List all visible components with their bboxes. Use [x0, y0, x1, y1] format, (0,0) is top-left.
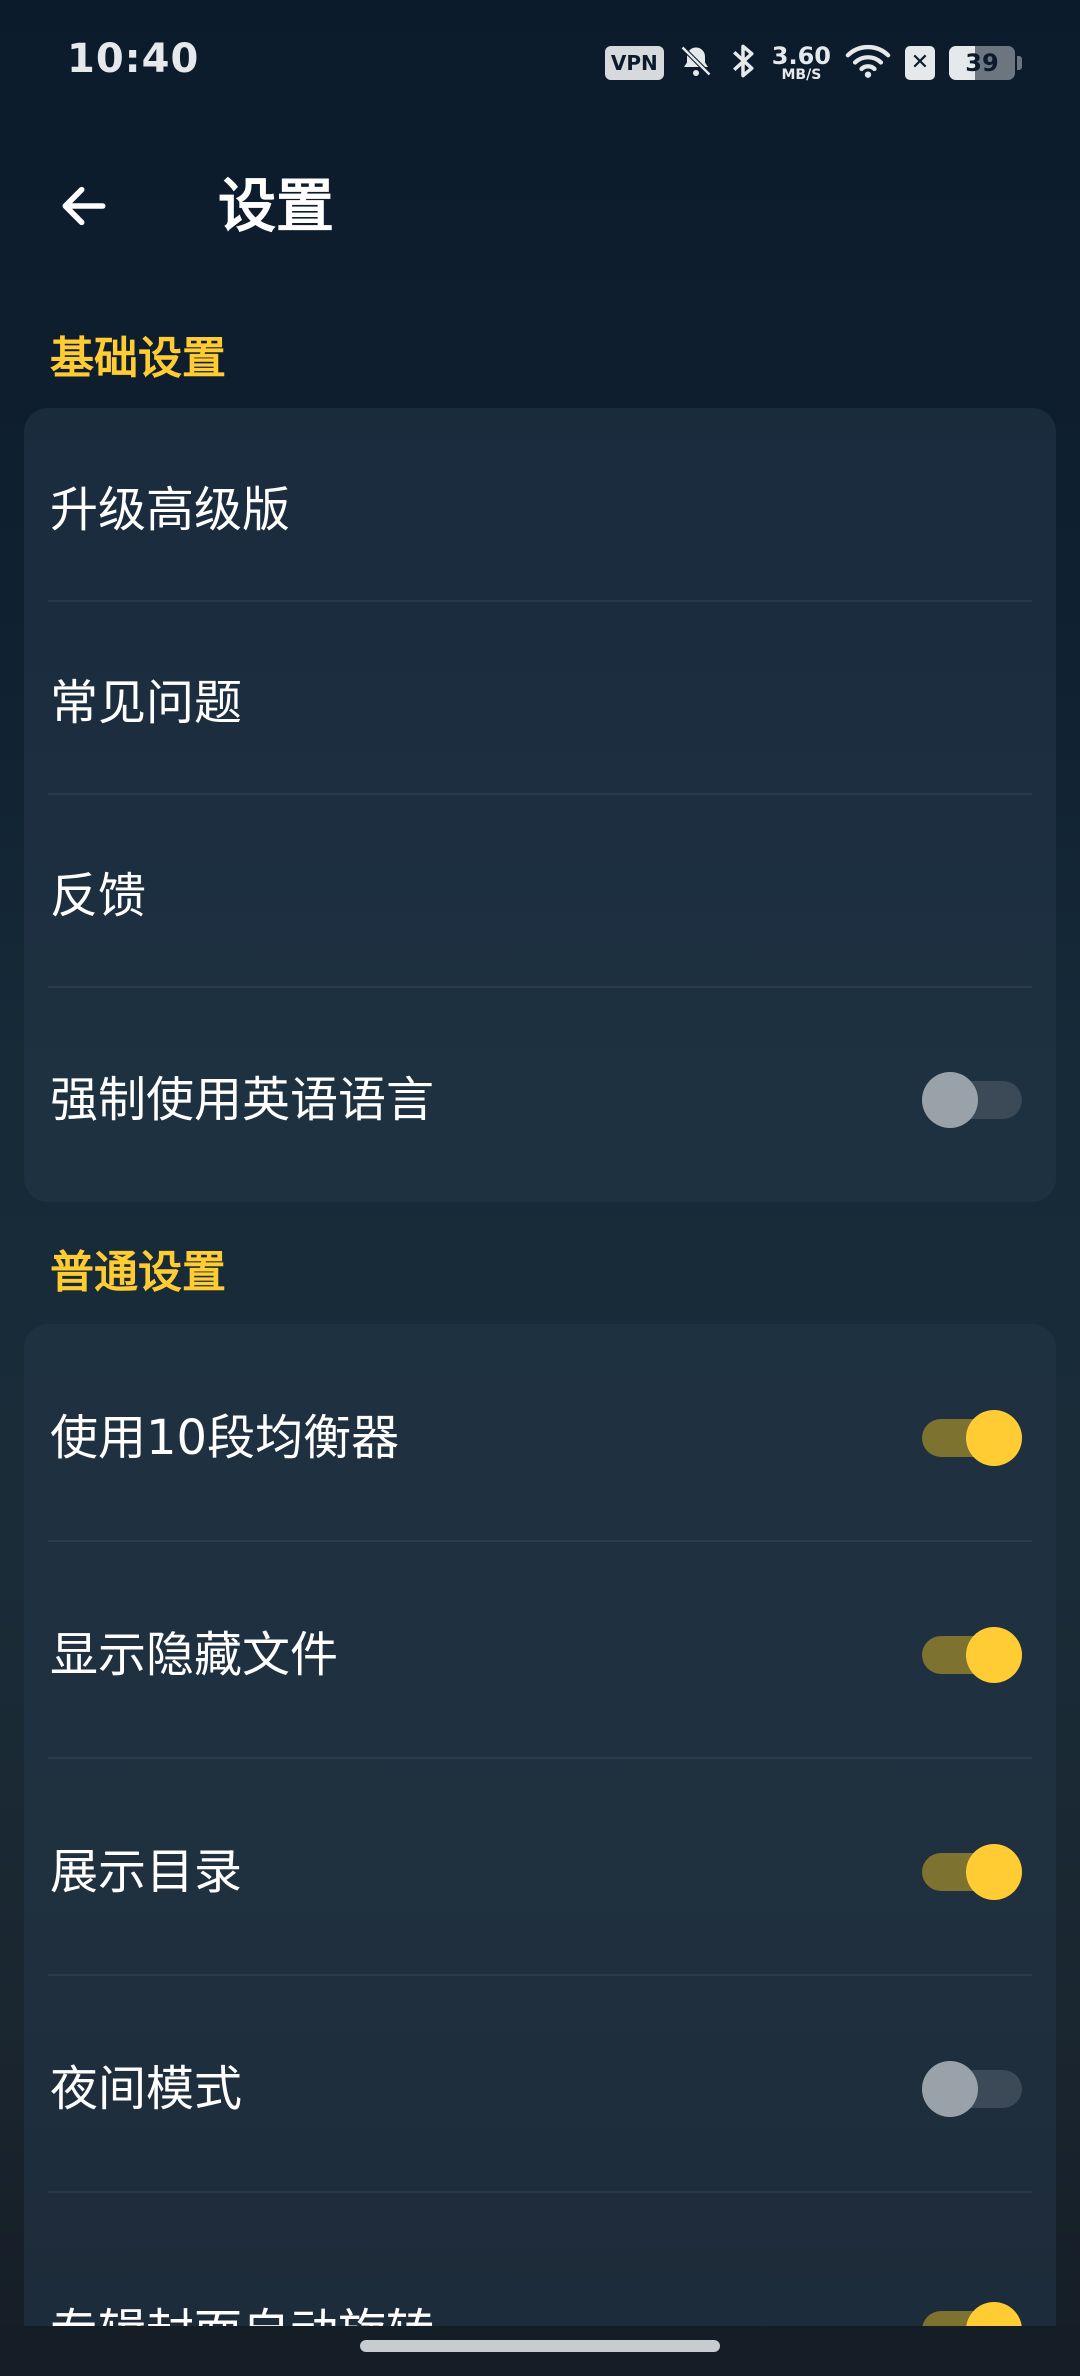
- settings-item-faq[interactable]: 常见问题: [24, 601, 1056, 794]
- settings-item-label: 升级高级版: [50, 481, 291, 538]
- status-icons: VPN 3.60 MB/S ✕ 39: [604, 38, 1022, 88]
- sim-off-icon: ✕: [905, 46, 935, 80]
- app-bar: 设置: [0, 150, 1080, 260]
- settings-item-show-directory[interactable]: 展示目录: [24, 1758, 1056, 1975]
- arrow-left-icon: [62, 186, 106, 226]
- vpn-icon: VPN: [604, 46, 664, 80]
- status-bar: 10:40 VPN 3.60 MB/S ✕ 39: [0, 0, 1080, 130]
- show-directory-toggle[interactable]: [922, 1839, 1022, 1900]
- settings-item-label: 显示隐藏文件: [50, 1626, 339, 1683]
- battery-level: 39: [965, 49, 999, 77]
- bluetooth-icon: [728, 42, 758, 84]
- night-mode-toggle[interactable]: [922, 2056, 1022, 2117]
- settings-item-label: 夜间模式: [50, 2060, 243, 2117]
- battery-icon: 39: [949, 46, 1022, 80]
- back-button[interactable]: [36, 170, 132, 242]
- section-header-general: 普通设置: [50, 1247, 226, 1298]
- settings-item-label: 常见问题: [50, 674, 243, 731]
- show-hidden-files-toggle[interactable]: [922, 1622, 1022, 1683]
- equalizer-toggle[interactable]: [922, 1405, 1022, 1466]
- settings-item-force-english[interactable]: 强制使用英语语言: [24, 987, 1056, 1202]
- status-time: 10:40: [67, 36, 200, 82]
- settings-item-label: 强制使用英语语言: [50, 1071, 435, 1128]
- settings-item-night-mode[interactable]: 夜间模式: [24, 1975, 1056, 2192]
- settings-item-10-band-equalizer[interactable]: 使用10段均衡器: [24, 1324, 1056, 1541]
- settings-item-upgrade-premium[interactable]: 升级高级版: [24, 408, 1056, 601]
- bell-muted-icon: [678, 43, 714, 83]
- settings-item-label: 反馈: [50, 867, 147, 924]
- network-speed: 3.60 MB/S: [771, 42, 831, 83]
- force-english-toggle[interactable]: [922, 1067, 1022, 1128]
- section-header-basic: 基础设置: [50, 333, 226, 384]
- basic-settings-card: 升级高级版 常见问题 反馈 强制使用英语语言: [24, 408, 1056, 1202]
- general-settings-card: 使用10段均衡器 显示隐藏文件 展示目录 夜间模式 专辑封面自动旋转: [24, 1324, 1056, 2364]
- settings-item-label: 使用10段均衡器: [50, 1409, 400, 1466]
- settings-item-feedback[interactable]: 反馈: [24, 794, 1056, 987]
- home-indicator[interactable]: [360, 2340, 720, 2352]
- wifi-icon: [845, 43, 891, 83]
- page-title: 设置: [218, 172, 335, 240]
- settings-item-label: 展示目录: [50, 1843, 243, 1900]
- settings-item-show-hidden-files[interactable]: 显示隐藏文件: [24, 1541, 1056, 1758]
